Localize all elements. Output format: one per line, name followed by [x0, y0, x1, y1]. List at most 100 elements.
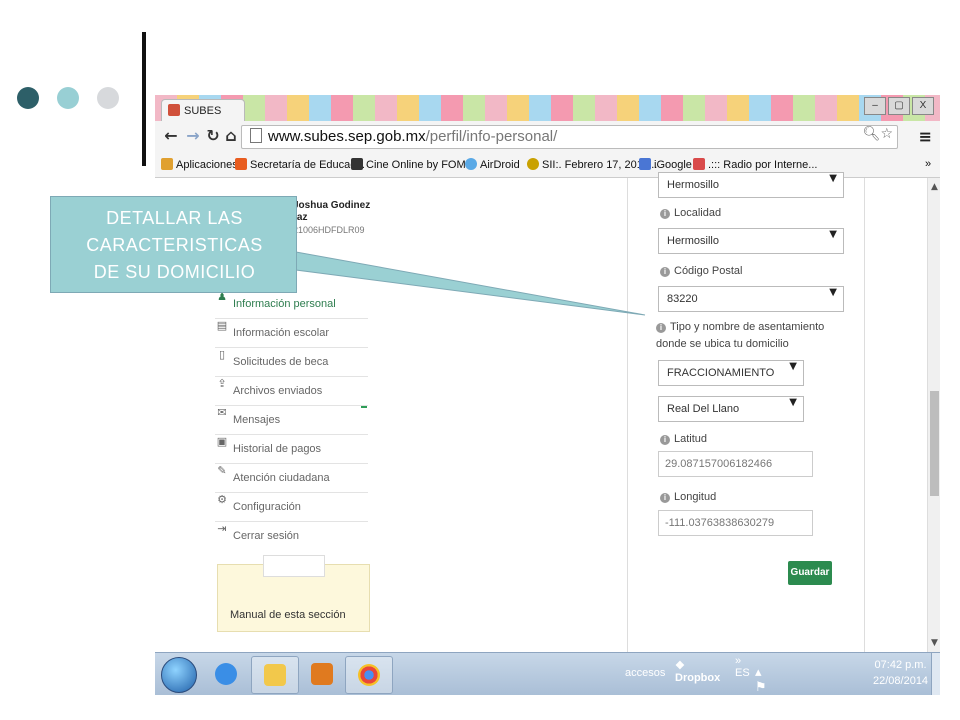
windows-taskbar: accesos ❖ Dropbox » ES ▴ ⚑ ▮ ◢ ◀) 07:42 …: [155, 652, 940, 695]
browser-screenshot: SUBES 2014 – ▢ X ← → ↻ ⌂ www.subes.sep.g…: [155, 95, 940, 695]
profile-menu: ♟ Información personal ▤ Información escol…: [215, 290, 368, 550]
bookmark-item[interactable]: iGoogle: [639, 158, 692, 171]
bookmark-item[interactable]: .::: Radio por Interne...: [693, 158, 817, 171]
taskbar-clock[interactable]: 07:42 p.m. 22/08/2014: [873, 657, 928, 689]
menu-item-atencion-ciudadana[interactable]: ✎ Atención ciudadana: [215, 464, 368, 493]
taskbar-ie[interactable]: [203, 656, 249, 692]
sii-icon: [527, 158, 539, 170]
browser-tab[interactable]: SUBES 2014: [161, 99, 245, 139]
codigo-postal-select[interactable]: 83220 ▼: [658, 286, 844, 312]
profile-curp: 21006HDFDLR09: [293, 225, 365, 235]
language-indicator[interactable]: ES: [735, 667, 750, 679]
callout-line-1: DETALLAR LAS: [106, 208, 243, 228]
chrome-icon: [358, 664, 380, 686]
new-message-indicator: [361, 406, 367, 408]
bookmark-item[interactable]: Secretaría de Educac...: [235, 158, 365, 171]
decor-dot-3: [97, 87, 119, 109]
localidad-select[interactable]: Hermosillo ▼: [658, 228, 844, 254]
taskbar-outlook[interactable]: [299, 656, 345, 692]
callout-line-3: DE SU DOMICILIO: [93, 262, 256, 282]
clock-time: 07:42 p.m.: [874, 659, 927, 671]
history-icon: ▣: [216, 435, 228, 448]
menu-item-informacion-escolar[interactable]: ▤ Información escolar: [215, 319, 368, 348]
forward-icon[interactable]: →: [183, 126, 203, 146]
sep-icon: [235, 158, 247, 170]
tray-status-icons[interactable]: ▴ ⚑ ▮ ◢ ◀): [755, 665, 778, 695]
reload-icon[interactable]: ↻: [203, 126, 223, 146]
taskbar-explorer[interactable]: [251, 656, 299, 694]
latitud-input[interactable]: 29.087157006182466: [658, 451, 813, 477]
logout-icon: ⇥: [217, 522, 227, 535]
info-icon: i: [660, 209, 670, 219]
minimize-button[interactable]: –: [864, 97, 886, 115]
taskbar-chrome[interactable]: [345, 656, 393, 694]
longitud-label: i Longitud: [660, 490, 716, 504]
radio-icon: [693, 158, 705, 170]
scroll-down-icon[interactable]: ▼: [931, 638, 938, 648]
bookmark-item[interactable]: SII:. Febrero 17, 2011...: [527, 158, 657, 171]
maximize-button[interactable]: ▢: [888, 97, 910, 115]
show-desktop-button[interactable]: [931, 653, 940, 695]
file-icon: ▯: [218, 348, 226, 361]
manual-link[interactable]: Manual de esta sección: [230, 609, 346, 621]
save-button[interactable]: Guardar: [788, 561, 832, 585]
close-button[interactable]: X: [912, 97, 934, 115]
back-icon[interactable]: ←: [161, 126, 181, 146]
dropdown-arrow-icon: ▼: [789, 361, 797, 372]
zoom-star-icons[interactable]: 🔍︎☆: [863, 126, 893, 142]
asentamiento-label: i Tipo y nombre de asentamiento donde se …: [656, 321, 825, 350]
bookmark-item[interactable]: AirDroid: [465, 158, 520, 171]
asentamiento-nombre-select[interactable]: Real Del Llano ▼: [658, 396, 804, 422]
tray-dropbox[interactable]: ❖ Dropbox: [675, 659, 720, 684]
menu-item-configuracion[interactable]: ⚙ Configuración: [215, 493, 368, 522]
outlook-icon: [311, 663, 333, 685]
latitud-label: i Latitud: [660, 432, 707, 446]
scroll-up-icon[interactable]: ▲: [931, 182, 938, 192]
tray-expand-icon[interactable]: »: [735, 655, 741, 667]
info-icon: i: [660, 267, 670, 277]
scroll-thumb[interactable]: [930, 391, 939, 496]
address-bar[interactable]: www.subes.sep.gob.mx/perfil/info-persona…: [241, 125, 898, 149]
dropdown-arrow-icon: ▼: [829, 229, 837, 240]
dropdown-arrow-icon: ▼: [829, 173, 837, 184]
municipio-select[interactable]: Hermosillo ▼: [658, 172, 844, 198]
bookmarks-more[interactable]: »: [925, 158, 931, 170]
film-icon: [351, 158, 363, 170]
chat-icon: ✎: [217, 464, 227, 477]
dropdown-arrow-icon: ▼: [789, 397, 797, 408]
decor-dot-1: [17, 87, 39, 109]
info-icon: i: [660, 435, 670, 445]
menu-item-archivos-enviados[interactable]: ⇪ Archivos enviados: [215, 377, 368, 406]
menu-item-informacion-personal[interactable]: ♟ Información personal: [215, 290, 368, 319]
bookmark-item[interactable]: Aplicaciones: [161, 158, 238, 171]
menu-icon[interactable]: ≡: [919, 127, 932, 146]
book-icon: ▤: [216, 319, 228, 332]
decor-vertical-line: [142, 32, 146, 166]
longitud-input[interactable]: -111.03763838630279: [658, 510, 813, 536]
bookmark-item[interactable]: Cine Online by FOM...: [351, 158, 475, 171]
dropdown-arrow-icon: ▼: [829, 287, 837, 298]
tray-accesos[interactable]: accesos: [625, 667, 665, 679]
upload-icon: ⇪: [217, 377, 227, 390]
menu-item-cerrar-sesion[interactable]: ⇥ Cerrar sesión: [215, 522, 368, 550]
codigo-postal-label: i Código Postal: [660, 264, 743, 278]
window-controls: – ▢ X: [864, 97, 934, 115]
favicon-icon: [168, 104, 180, 116]
page-scrollbar[interactable]: ▲ ▼: [927, 178, 940, 652]
menu-item-solicitudes-de-beca[interactable]: ▯ Solicitudes de beca: [215, 348, 368, 377]
start-button[interactable]: [161, 657, 197, 693]
callout-box: DETALLAR LAS CARACTERISTICAS DE SU DOMIC…: [50, 196, 297, 293]
menu-item-mensajes[interactable]: ✉ Mensajes: [215, 406, 368, 435]
home-icon[interactable]: ⌂: [221, 126, 241, 146]
profile-name: Joshua Godinez raz: [293, 200, 371, 223]
url-host: www.subes.sep.gob.mx: [268, 128, 426, 145]
apps-icon: [161, 158, 173, 170]
info-icon: i: [656, 323, 666, 333]
dropbox-icon: ❖: [675, 660, 685, 672]
igoogle-icon: [639, 158, 651, 170]
localidad-label: i Localidad: [660, 206, 721, 220]
decor-dot-2: [57, 87, 79, 109]
menu-item-historial-de-pagos[interactable]: ▣ Historial de pagos: [215, 435, 368, 464]
gear-icon: ⚙: [217, 493, 227, 506]
asentamiento-tipo-select[interactable]: FRACCIONAMIENTO ▼: [658, 360, 804, 386]
